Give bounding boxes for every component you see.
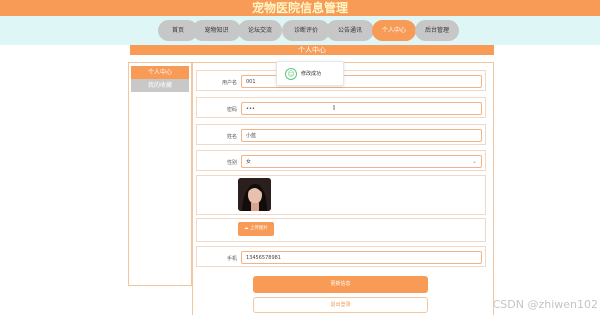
nav-admin[interactable]: 后台管理 — [415, 20, 459, 41]
sidebar-item-favorites[interactable]: 我的收藏 — [131, 79, 189, 92]
gender-label: 性别 — [226, 160, 237, 166]
nav-bar: 首页 宠物知识 论坛交流 诊断评价 公告通讯 个人中心 后台管理 — [0, 16, 600, 45]
nav-diagnosis-review[interactable]: 诊断评价 — [282, 20, 330, 41]
name-row: 姓名 小蓝 — [196, 124, 486, 145]
logout-button[interactable]: 退出登录 — [253, 297, 428, 313]
text-cursor-icon: I — [333, 104, 336, 112]
upload-cloud-icon: ☁ — [244, 226, 249, 231]
upload-button-label: 上传图片 — [249, 226, 268, 231]
password-input[interactable]: ••• — [241, 102, 482, 115]
avatar-image — [238, 178, 271, 211]
phone-label: 手机 — [226, 256, 237, 262]
name-input[interactable]: 小蓝 — [241, 129, 482, 142]
gender-select[interactable]: 女 ⌄ — [241, 155, 482, 168]
success-toast: ☺ 修改成功 — [276, 61, 344, 86]
sidebar: 个人中心 我的收藏 — [128, 62, 192, 286]
watermark: CSDN @zhiwen102 — [492, 298, 598, 311]
name-value: 小蓝 — [246, 133, 257, 139]
password-row: 密码 ••• I — [196, 97, 486, 118]
nav-forum[interactable]: 论坛交流 — [238, 20, 282, 41]
nav-announcements[interactable]: 公告通讯 — [326, 20, 374, 41]
name-label: 姓名 — [226, 134, 237, 140]
username-label: 用户名 — [221, 80, 237, 86]
site-header: 宠物医院信息管理 — [0, 0, 600, 16]
phone-input[interactable]: 13456578981 — [241, 251, 482, 264]
nav-pet-knowledge[interactable]: 宠物知识 — [192, 20, 241, 41]
username-value: 001 — [246, 79, 256, 85]
site-title: 宠物医院信息管理 — [251, 1, 348, 15]
gender-row: 性别 女 ⌄ — [196, 150, 486, 171]
section-title: 个人中心 — [298, 46, 326, 54]
nav-personal-center[interactable]: 个人中心 — [372, 20, 416, 41]
sidebar-item-personal-center[interactable]: 个人中心 — [131, 66, 189, 79]
phone-row: 手机 13456578981 — [196, 246, 486, 267]
password-label: 密码 — [226, 107, 237, 113]
gender-value: 女 — [246, 159, 252, 165]
update-info-button[interactable]: 更新信息 — [253, 276, 428, 293]
check-circle-icon: ☺ — [285, 68, 297, 80]
page: 宠物医院信息管理 首页 宠物知识 论坛交流 诊断评价 公告通讯 个人中心 后台管… — [0, 0, 600, 315]
password-value: ••• — [246, 106, 255, 112]
avatar-picture — [238, 178, 271, 211]
upload-image-button[interactable]: ☁ 上传图片 — [238, 222, 274, 236]
phone-value: 13456578981 — [246, 255, 281, 261]
section-banner: 个人中心 — [130, 45, 494, 55]
toast-message: 修改成功 — [301, 71, 322, 77]
chevron-down-icon: ⌄ — [471, 158, 477, 165]
